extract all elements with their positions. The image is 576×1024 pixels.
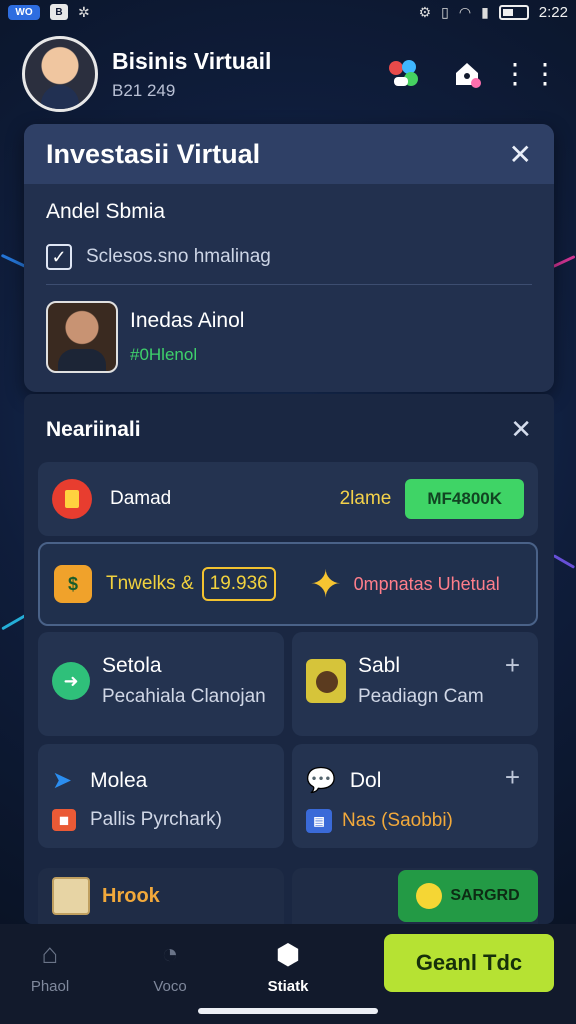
card-body: Andel Sbmia ✓ Sclesos.sno hmalinag Ineda… (24, 184, 554, 389)
document-icon: ▤ (306, 809, 332, 833)
nav-label: Stiatk (267, 978, 309, 995)
panel-title: Neariinali (46, 417, 141, 441)
primary-cta-button[interactable]: Geanl Tdc (384, 934, 554, 992)
paper-plane-icon: ➤ (52, 767, 73, 794)
character-thumbnail (306, 659, 346, 703)
tile-subtitle: Peadiagn Cam (358, 686, 484, 707)
settings-status-icon: ⚙ (418, 3, 432, 20)
tile-title: Sabl (358, 654, 401, 677)
list-item-label: Hrook (102, 884, 160, 907)
tile-title: Dol (349, 768, 382, 792)
list-item[interactable]: Damad 2lame MF4800K (38, 462, 538, 536)
star-icon: ✦ (309, 563, 342, 606)
saved-button[interactable]: SARGRD (398, 870, 538, 922)
profile-name: Inedas Ainol (130, 309, 245, 332)
tile-title: Setola (102, 654, 162, 677)
checkbox-row[interactable]: ✓ Sclesos.sno hmalinag (46, 244, 532, 285)
notification-misc-icon: ✲ (78, 3, 90, 20)
account-balance: B21 249 (112, 80, 176, 100)
tile-subtitle: Nas (Saobbi) (342, 810, 453, 831)
nav-label: Phaol (30, 978, 70, 995)
gauge-icon: ◔ (161, 938, 179, 969)
list-item-hrook[interactable]: Hrook (38, 868, 284, 924)
list-item-label: Damad (110, 488, 172, 509)
tile-subtitle: Pecahiala Clanojan (102, 686, 266, 707)
buy-button[interactable]: MF4800K (405, 479, 524, 519)
profile-tag: #0Hlenol (130, 345, 198, 364)
tile-dol[interactable]: 💬 Dol ▤ Nas (Saobbi) + (292, 744, 538, 848)
nav-label: Voco (153, 978, 187, 995)
nav-item-voco[interactable]: ◔ Voco (120, 938, 220, 995)
card-header: Investasii Virtual ✕ (24, 124, 554, 184)
shield-icon: ⬢ (275, 939, 301, 970)
user-avatar[interactable] (22, 36, 98, 112)
battery-icon (498, 4, 529, 20)
neon-streak-right-2 (552, 554, 576, 569)
panel-close-icon[interactable]: ✕ (510, 414, 532, 445)
notification-app-icon: B (50, 4, 68, 20)
signal-icon: ▮ (481, 3, 489, 20)
panel-header: Neariinali ✕ (46, 414, 532, 445)
highlight-right-label: 0mpnatas Uhetual (353, 573, 500, 594)
profile-row[interactable]: Inedas Ainol #0Hlenol (46, 301, 532, 373)
section-label: Andel Sbmia (46, 200, 166, 223)
checkbox-checked-icon[interactable]: ✓ (46, 244, 72, 270)
profile-text: Inedas Ainol #0Hlenol (130, 309, 244, 365)
more-menu-icon[interactable]: ⋮⋮ (501, 51, 559, 97)
home-indicator[interactable] (198, 1008, 378, 1014)
status-bar: WO B ✲ ⚙ ▯ ◠ ▮ 2:22 (0, 0, 576, 24)
add-icon[interactable]: + (505, 650, 520, 681)
checkbox-label: Sclesos.sno hmalinag (86, 246, 271, 267)
nav-item-home[interactable]: ⌂ Phaol (0, 938, 100, 995)
investment-card: Investasii Virtual ✕ Andel Sbmia ✓ Scles… (24, 124, 554, 392)
highlight-row[interactable]: $ Tnwelks & 19.936 ✦ 0mpnatas Uhetual (38, 542, 538, 626)
chat-bubble-icon: 💬 (306, 767, 336, 794)
orange-box-icon: ◼ (52, 809, 76, 831)
add-icon[interactable]: + (505, 762, 520, 793)
vibrate-icon: ▯ (441, 3, 449, 20)
coin-icon (416, 883, 443, 909)
card-close-icon[interactable]: ✕ (509, 138, 532, 171)
tile-subtitle: Pallis Pyrchark) (90, 809, 222, 830)
neon-streak-right (552, 255, 576, 268)
profile-avatar (46, 301, 118, 373)
highlight-label: Tnwelks & (106, 573, 194, 594)
header-text: Bisinis Virtuail B21 249 (112, 48, 362, 101)
highlight-value: 19.936 (201, 567, 276, 601)
tile-setola[interactable]: ➜ Setola Pecahiala Clanojan (38, 632, 284, 736)
app-title: Bisinis Virtuail (112, 47, 272, 74)
card-title: Investasii Virtual (46, 138, 261, 169)
app-header: Bisinis Virtuail B21 249 ⋮⋮ (22, 34, 559, 114)
character-thumbnail (52, 877, 90, 915)
game-controller-icon[interactable] (380, 51, 426, 97)
nav-item-stiatk[interactable]: ⬢ Stiatk (238, 938, 338, 995)
home-settings-icon[interactable] (444, 51, 490, 97)
saved-button-label: SARGRD (450, 887, 520, 904)
tile-title: Molea (90, 768, 148, 792)
wifi-icon: ◠ (458, 3, 472, 20)
tile-molea[interactable]: ➤ Molea ◼ Pallis Pyrchark) (38, 744, 284, 848)
tile-sabl[interactable]: Sabl Peadiagn Cam + (292, 632, 538, 736)
home-icon: ⌂ (41, 938, 59, 969)
coin-box-icon: $ (54, 565, 92, 603)
carrier-badge: WO (8, 4, 40, 20)
list-item-aux: 2lame (339, 488, 392, 509)
shop-bag-icon (52, 479, 92, 519)
arrow-circle-icon: ➜ (52, 662, 90, 700)
clock: 2:22 (538, 3, 568, 21)
